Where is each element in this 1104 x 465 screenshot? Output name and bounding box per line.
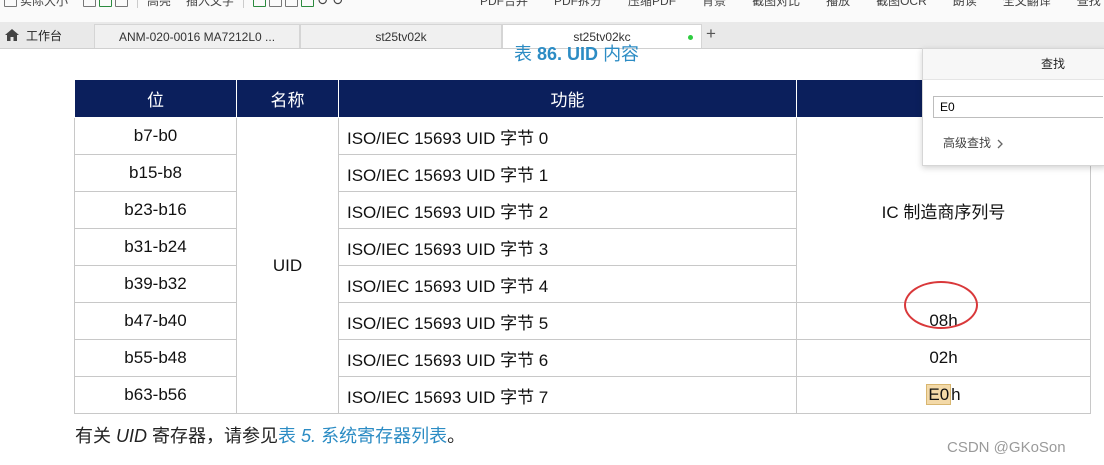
note-italic: UID [116,426,148,446]
page-grid-icon[interactable] [269,0,283,7]
find-panel: 查找 高级查找 [922,48,1104,166]
toolbar-highlight[interactable]: 高亮 [147,0,171,9]
caption-uid: UID [562,44,604,64]
bits-cell: b7-b0 [74,117,237,155]
header-bit: 位 [74,79,237,118]
toolbar-group-right: PDF合并 PDF拆分 压缩PDF 背景 截图对比 播放 截图OCR 朗读 全文… [480,0,1101,9]
function-cell: ISO/IEC 15693 UID 字节 5 [338,302,797,340]
function-cell: ISO/IEC 15693 UID 字节 2 [338,191,797,229]
note-end: 。 [447,426,466,446]
page-add-icon[interactable] [253,0,267,7]
note-paragraph: 有关 UID 寄存器，请参见表 5. 系统寄存器列表。 [75,422,465,448]
find-panel-title: 查找 [923,49,1104,80]
bits-cell: b31-b24 [74,228,237,266]
description-cell: E0 h [796,376,1091,414]
toolbar-screenshot-ocr[interactable]: 截图OCR [876,0,927,9]
page-up-icon[interactable] [115,0,129,7]
toolbar-divider [243,0,245,8]
tab-anm-document[interactable]: ANM-020-0016 MA7212L0 ... [94,24,300,48]
bits-cell: b39-b32 [74,265,237,303]
function-cell: ISO/IEC 15693 UID 字节 6 [338,339,797,377]
description-suffix: h [951,385,961,404]
page-save-icon[interactable] [301,0,315,7]
home-icon [5,29,19,41]
header-function: 功能 [338,79,797,118]
table-row: b63-b56 ISO/IEC 15693 UID 字节 7 E0 h [74,376,1091,414]
toolbar-find[interactable]: 查找 [1077,0,1101,9]
function-cell: ISO/IEC 15693 UID 字节 4 [338,265,797,303]
page-green-icon[interactable] [99,0,113,7]
toolbar-read-aloud[interactable]: 朗读 [953,0,977,9]
unsaved-dot-icon [688,35,693,40]
watermark: CSDN @GKoSon [947,439,1066,456]
toolbar-insert-text[interactable]: 插入文字 [186,0,234,9]
caption-suffix: 内容 [603,44,640,64]
rotate-right-icon[interactable]: ↻ [332,0,344,9]
actual-size-icon [4,0,17,7]
function-cell: ISO/IEC 15693 UID 字节 3 [338,228,797,266]
bits-cell: b23-b16 [74,191,237,229]
toolbar-pdf-merge[interactable]: PDF合并 [480,0,528,9]
caption-number: 86. [537,44,563,64]
toolbar-pdf-split[interactable]: PDF拆分 [554,0,602,9]
chevron-right-icon [997,139,1004,149]
tab-st25tv02k[interactable]: st25tv02k [300,24,502,48]
rotate-left-icon[interactable]: ↺ [317,0,329,9]
bits-cell: b47-b40 [74,302,237,340]
function-cell: ISO/IEC 15693 UID 字节 7 [338,376,797,414]
toolbar-play[interactable]: 播放 [826,0,850,9]
find-input[interactable] [933,96,1103,118]
search-match-highlight: E0 [926,384,952,405]
description-cell: 02h [796,339,1091,377]
toolbar-screenshot-compare[interactable]: 截图对比 [752,0,800,9]
table-caption: 表 86. UID 内容 [514,40,639,66]
function-cell: ISO/IEC 15693 UID 字节 0 [338,117,797,155]
name-cell: UID [236,117,339,414]
toolbar: 实际大小 高亮 插入文字 ↺ ↻ PDF合并 PDF拆分 压缩PDF 背景 截图… [0,0,1104,23]
tab-home[interactable]: 工作台 [0,22,96,48]
advanced-find-label: 高级查找 [943,136,992,150]
toolbar-group-left: 实际大小 高亮 插入文字 ↺ ↻ [4,0,344,9]
tab-label: st25tv02k [375,29,427,44]
table-row: b55-b48 ISO/IEC 15693 UID 字节 6 02h [74,339,1091,377]
toolbar-translate[interactable]: 全文翻译 [1003,0,1051,9]
page-icon[interactable] [83,0,97,7]
new-tab-plus-icon[interactable]: + [706,24,716,44]
page-split-icon[interactable] [285,0,299,7]
caption-prefix: 表 [514,44,538,64]
toolbar-compress-pdf[interactable]: 压缩PDF [628,0,676,9]
header-name: 名称 [236,79,339,118]
tab-label: ANM-020-0016 MA7212L0 ... [118,29,276,44]
note-prefix: 有关 [75,426,117,446]
note-middle: 寄存器，请参见 [147,426,279,446]
function-cell: ISO/IEC 15693 UID 字节 1 [338,154,797,192]
toolbar-background[interactable]: 背景 [702,0,726,9]
toolbar-divider [137,0,139,8]
bits-cell: b63-b56 [74,376,237,414]
advanced-find-link[interactable]: 高级查找 [943,134,1004,151]
note-table-link[interactable]: 表 5. 系统寄存器列表 [278,426,447,446]
bits-cell: b55-b48 [74,339,237,377]
red-annotation-circle [904,281,978,329]
tab-home-label: 工作台 [26,28,63,43]
bits-cell: b15-b8 [74,154,237,192]
toolbar-actual-size[interactable]: 实际大小 [20,0,68,9]
